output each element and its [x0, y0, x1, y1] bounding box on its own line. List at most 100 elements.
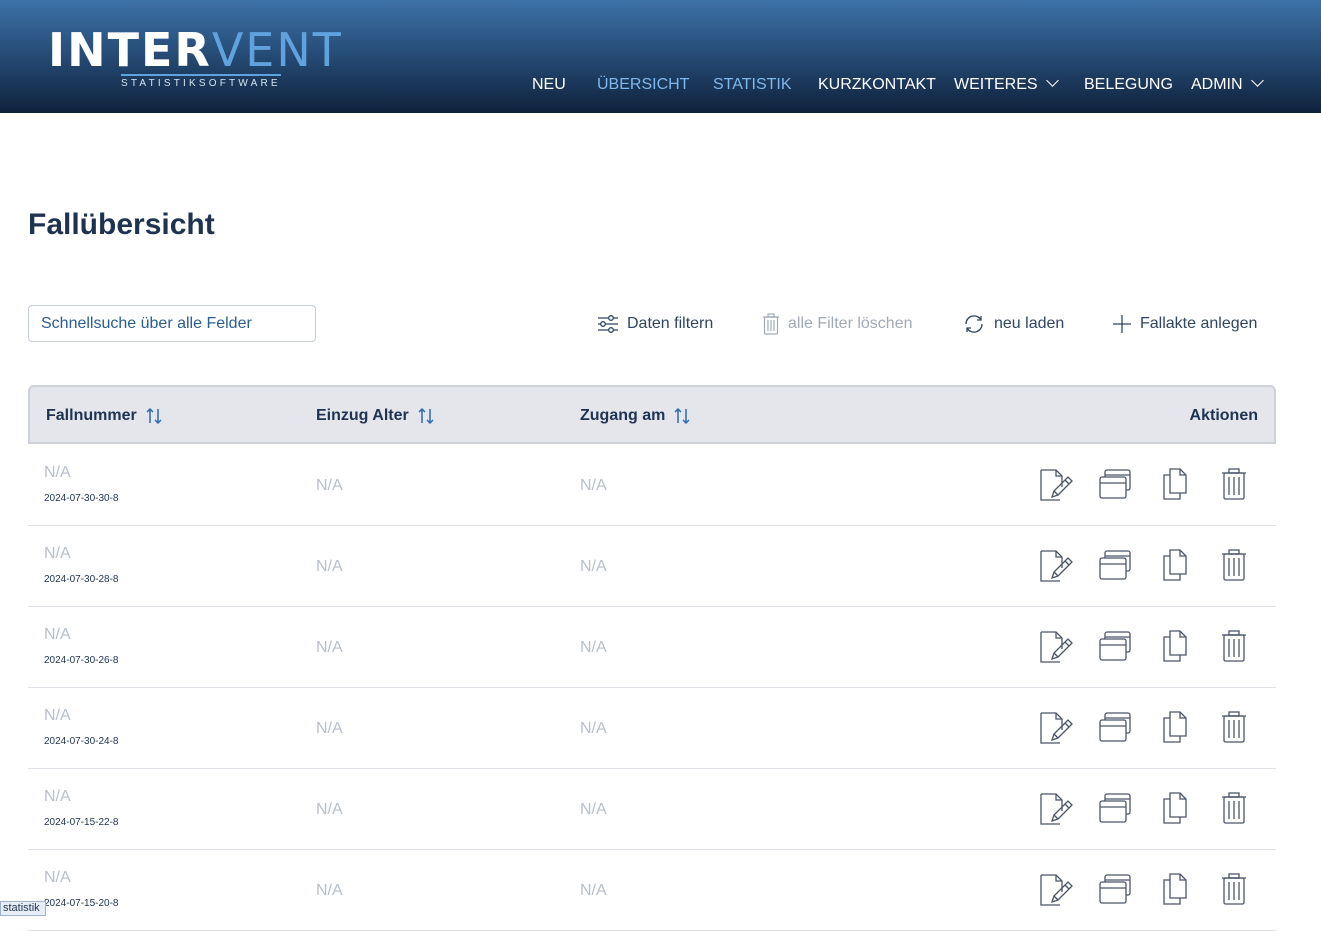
- case-id-cell: 2024-07-30-26-8: [44, 655, 119, 666]
- window-stack-icon[interactable]: [1098, 710, 1132, 744]
- window-stack-icon[interactable]: [1098, 791, 1132, 825]
- column-header-access-date[interactable]: Zugang am: [580, 407, 691, 425]
- access-date-cell: N/A: [580, 882, 607, 899]
- entry-age-cell: N/A: [316, 801, 343, 818]
- case-id-cell: 2024-07-15-22-8: [44, 817, 119, 828]
- sort-arrows-icon: [674, 407, 690, 425]
- window-stack-icon[interactable]: [1098, 467, 1132, 501]
- copy-icon[interactable]: [1160, 872, 1190, 906]
- filter-data-label: Daten filtern: [627, 315, 714, 332]
- logo-vent: VENT: [211, 23, 343, 77]
- sliders-icon: [598, 315, 618, 333]
- edit-document-icon[interactable]: [1038, 467, 1074, 503]
- column-header-case-number[interactable]: Fallnummer: [46, 407, 163, 425]
- sort-arrows-icon: [146, 407, 162, 425]
- table-row[interactable]: N/A 2024-07-15-20-8 N/A N/A: [28, 850, 1276, 931]
- logo-underline: [121, 74, 281, 76]
- copy-icon[interactable]: [1160, 791, 1190, 825]
- trash-icon[interactable]: [1220, 710, 1248, 744]
- table-row[interactable]: N/A 2024-07-30-30-8 N/A N/A: [28, 445, 1276, 526]
- chevron-down-icon: [1045, 74, 1059, 87]
- clear-filters-button[interactable]: alle Filter löschen: [762, 312, 913, 336]
- filter-data-button[interactable]: Daten filtern: [597, 312, 713, 336]
- nav-label: NEU: [532, 76, 566, 93]
- entry-age-cell: N/A: [316, 882, 343, 899]
- chevron-down-icon: [1250, 74, 1264, 87]
- top-header: INTERVENT STATISTIKSOFTWARE NEU ÜBERSICH…: [0, 0, 1321, 113]
- plus-icon: [1113, 315, 1131, 333]
- window-stack-icon[interactable]: [1098, 629, 1132, 663]
- trash-icon[interactable]: [1220, 872, 1248, 906]
- nav-label: BELEGUNG: [1084, 76, 1173, 93]
- search-input[interactable]: [28, 305, 316, 342]
- trash-icon[interactable]: [1220, 791, 1248, 825]
- access-date-cell: N/A: [580, 801, 607, 818]
- nav-label: STATISTIK: [713, 76, 792, 93]
- nav-item-belegung[interactable]: BELEGUNG: [1084, 76, 1173, 94]
- case-number-cell: N/A: [44, 707, 71, 724]
- nav-item-uebersicht[interactable]: ÜBERSICHT: [597, 76, 689, 94]
- case-id-cell: 2024-07-30-24-8: [44, 736, 119, 747]
- case-id-cell: 2024-07-15-20-8: [44, 898, 119, 909]
- edit-document-icon[interactable]: [1038, 710, 1074, 746]
- copy-icon[interactable]: [1160, 629, 1190, 663]
- column-header-label: Einzug Alter: [316, 407, 409, 424]
- access-date-cell: N/A: [580, 558, 607, 575]
- case-number-cell: N/A: [44, 869, 71, 886]
- case-id-cell: 2024-07-30-30-8: [44, 493, 119, 504]
- table-row[interactable]: N/A 2024-07-30-28-8 N/A N/A: [28, 526, 1276, 607]
- table-row[interactable]: N/A 2024-07-30-24-8 N/A N/A: [28, 688, 1276, 769]
- copy-icon[interactable]: [1160, 710, 1190, 744]
- access-date-cell: N/A: [580, 477, 607, 494]
- column-header-label: Zugang am: [580, 407, 666, 424]
- table-row[interactable]: N/A 2024-07-15-22-8 N/A N/A: [28, 769, 1276, 850]
- column-header-label: Fallnummer: [46, 407, 137, 424]
- trash-icon[interactable]: [1220, 548, 1248, 582]
- refresh-icon: [965, 315, 983, 333]
- column-header-entry-age[interactable]: Einzug Alter: [316, 407, 435, 425]
- logo[interactable]: INTERVENT STATISTIKSOFTWARE: [48, 26, 343, 89]
- nav-item-admin[interactable]: ADMIN: [1191, 74, 1264, 94]
- trash-icon: [763, 313, 779, 335]
- reload-label: neu laden: [994, 315, 1065, 332]
- copy-icon[interactable]: [1160, 548, 1190, 582]
- access-date-cell: N/A: [580, 639, 607, 656]
- entry-age-cell: N/A: [316, 477, 343, 494]
- edit-document-icon[interactable]: [1038, 548, 1074, 584]
- nav-item-neu[interactable]: NEU: [532, 76, 566, 94]
- column-header-label: Aktionen: [1189, 407, 1258, 424]
- nav-item-weiteres[interactable]: WEITERES: [954, 74, 1059, 94]
- case-number-cell: N/A: [44, 626, 71, 643]
- edit-document-icon[interactable]: [1038, 629, 1074, 665]
- nav-label: WEITERES: [954, 76, 1038, 93]
- nav-label: ÜBERSICHT: [597, 76, 690, 93]
- edit-document-icon[interactable]: [1038, 791, 1074, 827]
- copy-icon[interactable]: [1160, 467, 1190, 501]
- create-case-file-button[interactable]: Fallakte anlegen: [1112, 312, 1257, 336]
- edit-document-icon[interactable]: [1038, 872, 1074, 908]
- logo-inter: INTER: [48, 23, 212, 77]
- nav-label: ADMIN: [1191, 76, 1243, 93]
- access-date-cell: N/A: [580, 720, 607, 737]
- trash-icon[interactable]: [1220, 467, 1248, 501]
- logo-wordmark: INTERVENT: [48, 26, 343, 74]
- create-case-file-label: Fallakte anlegen: [1140, 315, 1258, 332]
- tooltip: statistik: [0, 901, 46, 916]
- reload-button[interactable]: neu laden: [962, 312, 1064, 336]
- case-number-cell: N/A: [44, 464, 71, 481]
- trash-icon[interactable]: [1220, 629, 1248, 663]
- case-number-cell: N/A: [44, 545, 71, 562]
- logo-tagline: STATISTIKSOFTWARE: [121, 78, 281, 89]
- column-header-actions: Aktionen: [1190, 407, 1258, 425]
- nav-item-kurzkontakt[interactable]: KURZKONTAKT: [818, 76, 936, 94]
- nav-item-statistik[interactable]: STATISTIK: [713, 76, 792, 94]
- entry-age-cell: N/A: [316, 720, 343, 737]
- sort-arrows-icon: [418, 407, 434, 425]
- window-stack-icon[interactable]: [1098, 548, 1132, 582]
- nav-label: KURZKONTAKT: [818, 76, 936, 93]
- entry-age-cell: N/A: [316, 558, 343, 575]
- page-title: Fallübersicht: [28, 208, 215, 241]
- case-id-cell: 2024-07-30-28-8: [44, 574, 119, 585]
- window-stack-icon[interactable]: [1098, 872, 1132, 906]
- table-row[interactable]: N/A 2024-07-30-26-8 N/A N/A: [28, 607, 1276, 688]
